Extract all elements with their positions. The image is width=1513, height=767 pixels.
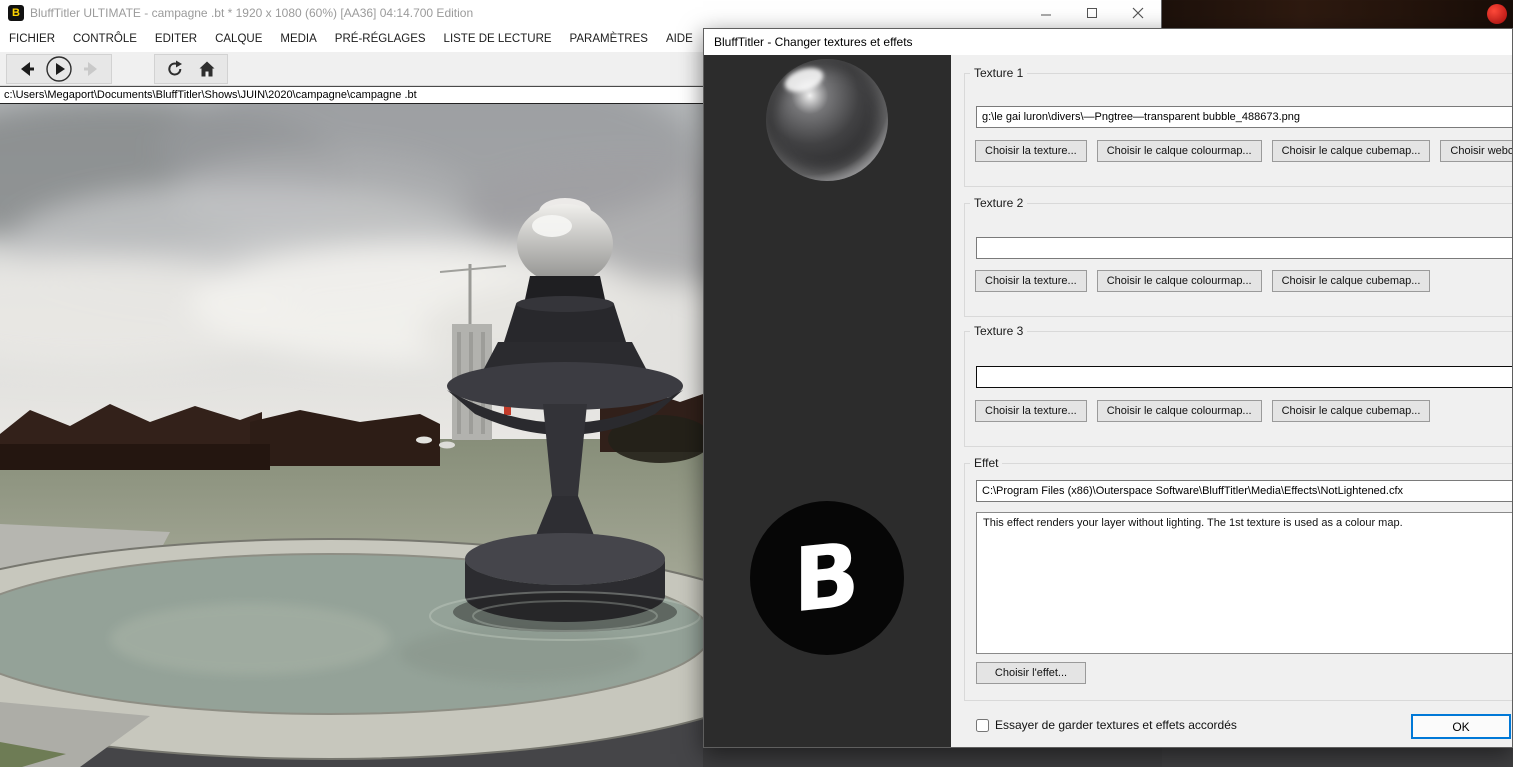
menu-pre-reglages[interactable]: PRÉ-RÉGLAGES [326,33,435,45]
back-arrow-icon [21,61,34,76]
texture3-button-row: Choisir la texture... Choisir le calque … [975,400,1431,422]
maximize-icon [1087,8,1097,18]
texture1-path-input[interactable] [976,106,1512,128]
menu-fichier[interactable]: FICHIER [0,33,64,45]
close-icon [1132,7,1144,19]
texture1-choose-texture-button[interactable]: Choisir la texture... [975,140,1087,162]
texture1-button-row: Choisir la texture... Choisir le calque … [975,140,1512,162]
refresh-icon [168,60,182,75]
menu-calque[interactable]: CALQUE [206,33,271,45]
texture3-group-label: Texture 3 [970,324,1028,338]
texture2-path-input[interactable] [976,237,1512,259]
keep-textures-row: Essayer de garder textures et effets acc… [976,718,1237,732]
texture1-group: Texture 1 Choisir la texture... Choisir … [964,66,1512,187]
dialog-preview-panel: B [704,55,951,747]
ok-button[interactable]: OK [1411,714,1511,739]
forward-arrow-icon [84,61,97,76]
logo-letter: B [793,522,861,633]
window-controls [1023,0,1161,26]
background-app-image [1162,0,1513,28]
dialog-titlebar: BluffTitler - Changer textures et effets [704,29,1512,55]
texture2-choose-texture-button[interactable]: Choisir la texture... [975,270,1087,292]
menu-aide[interactable]: AIDE [657,33,702,45]
texture1-choose-colourmap-button[interactable]: Choisir le calque colourmap... [1096,140,1262,162]
texture2-choose-colourmap-button[interactable]: Choisir le calque colourmap... [1096,270,1262,292]
window-title: BluffTitler ULTIMATE - campagne .bt * 19… [30,6,474,20]
play-icon [46,55,72,82]
forward-button[interactable] [75,55,107,83]
minimize-button[interactable] [1023,0,1069,26]
effect-path-input[interactable] [976,480,1512,502]
texture2-group: Texture 2 Choisir la texture... Choisir … [964,196,1512,317]
texture1-group-label: Texture 1 [970,66,1028,80]
playback-cluster [6,53,112,84]
nav-cluster [154,53,228,84]
dialog-title: BluffTitler - Changer textures et effets [714,35,913,49]
texture3-path-input[interactable] [976,366,1512,388]
menu-editer[interactable]: EDITER [146,33,206,45]
textures-effects-dialog: BluffTitler - Changer textures et effets… [703,28,1513,748]
effect-group: Effet This effect renders your layer wit… [964,456,1512,701]
dialog-content-panel: Texture 1 Choisir la texture... Choisir … [951,55,1512,747]
swan [439,441,455,449]
texture3-choose-colourmap-button[interactable]: Choisir le calque colourmap... [1096,400,1262,422]
maximize-button[interactable] [1069,0,1115,26]
menu-media[interactable]: MEDIA [271,33,325,45]
texture1-choose-cubemap-button[interactable]: Choisir le calque cubemap... [1271,140,1431,162]
texture1-choose-webcam-button[interactable]: Choisir webcam... [1440,140,1512,162]
texture2-choose-cubemap-button[interactable]: Choisir le calque cubemap... [1271,270,1431,292]
choose-effect-button[interactable]: Choisir l'effet... [976,662,1086,684]
effect-group-label: Effet [970,456,1003,470]
dialog-body: B Texture 1 Choisir la texture... Choisi… [704,55,1512,747]
texture3-choose-texture-button[interactable]: Choisir la texture... [975,400,1087,422]
back-button[interactable] [11,55,43,83]
titlebar: B BluffTitler ULTIMATE - campagne .bt * … [0,0,1161,26]
swan [416,436,432,444]
texture-preview-bubble [766,59,888,181]
viewport-scene-svg [0,64,840,767]
menu-controle[interactable]: CONTRÔLE [64,33,146,45]
app-icon: B [8,5,24,21]
texture3-choose-cubemap-button[interactable]: Choisir le calque cubemap... [1271,400,1431,422]
blufftitler-logo: B [750,501,904,655]
close-button[interactable] [1115,0,1161,26]
background-app-logo-icon [1487,4,1507,24]
texture2-button-row: Choisir la texture... Choisir le calque … [975,270,1431,292]
menu-liste-de-lecture[interactable]: LISTE DE LECTURE [435,33,561,45]
minimize-icon [1041,14,1051,16]
effect-description: This effect renders your layer without l… [976,512,1512,654]
texture2-group-label: Texture 2 [970,196,1028,210]
address-text: c:\Users\Megaport\Documents\BluffTitler\… [4,89,417,101]
texture3-group: Texture 3 Choisir la texture... Choisir … [964,324,1512,447]
keep-textures-label: Essayer de garder textures et effets acc… [995,718,1237,732]
play-button[interactable] [43,55,75,83]
keep-textures-checkbox[interactable] [976,718,989,732]
home-button[interactable] [191,55,223,83]
menu-parametres[interactable]: PARAMÈTRES [561,33,657,45]
home-icon [199,61,215,76]
refresh-button[interactable] [159,55,191,83]
